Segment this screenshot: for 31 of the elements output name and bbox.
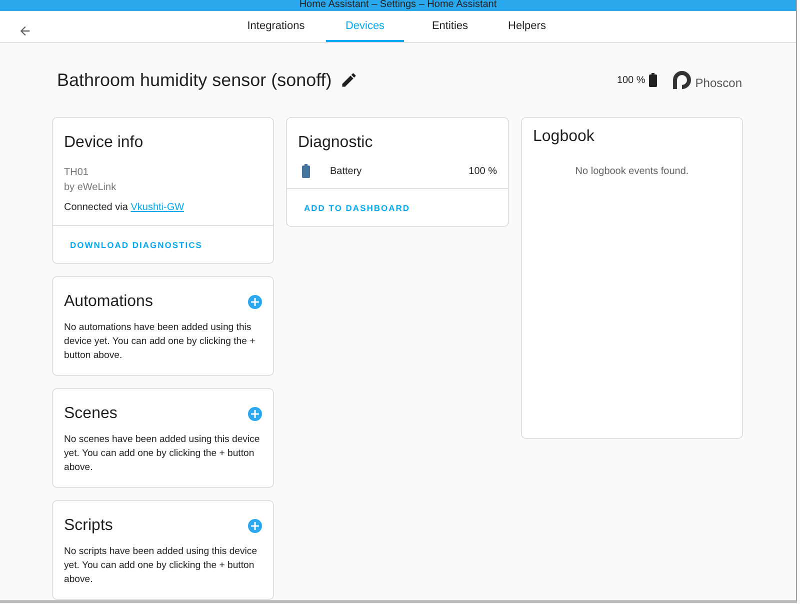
device-title: Bathroom humidity sensor (sonoff) xyxy=(57,70,332,90)
empty-message: No logbook events found. xyxy=(574,166,690,177)
add-to-dashboard-button[interactable]: ADD TO DASHBOARD xyxy=(304,203,410,213)
empty-message: No automations have been added using this device yet. You can add one by clicking the + button above. xyxy=(63,321,256,363)
logo-icon xyxy=(671,69,694,91)
tab[interactable]: Integrations xyxy=(236,11,316,42)
card-title: Scenes xyxy=(64,405,118,423)
window-title: Home Assistant – Settings – Home Assistant xyxy=(299,0,497,12)
entity-name: Battery xyxy=(330,166,363,176)
card-title: Scripts xyxy=(64,517,113,535)
download-diagnostics-button[interactable]: DOWNLOAD DIAGNOSTICS xyxy=(70,240,202,250)
card-title: Device info xyxy=(64,134,144,152)
add-icon[interactable] xyxy=(248,407,262,421)
add-icon[interactable] xyxy=(248,519,262,533)
empty-message: No scenes have been added using this device yet. You can add one by clicking the + button above. xyxy=(63,433,261,475)
card-title: Logbook xyxy=(533,128,594,145)
card-title: Diagnostic xyxy=(298,134,373,152)
gateway-link[interactable]: Vkushti-GW xyxy=(130,202,184,213)
manufacturer-text: by eWeLink xyxy=(64,181,118,194)
card-title: Automations xyxy=(64,293,153,311)
battery-icon xyxy=(302,164,310,178)
battery-reading: 100 % xyxy=(616,74,646,86)
connection-text: Connected via Vkushti-GW xyxy=(64,202,186,213)
entity-value: 100 % xyxy=(468,166,497,176)
battery-icon xyxy=(649,73,658,87)
brand-name: Phoscon xyxy=(695,76,742,90)
tab[interactable]: Devices xyxy=(326,11,404,42)
pencil-icon[interactable] xyxy=(340,71,358,89)
empty-message: No scripts have been added using this device yet. You can add one by clicking the + button above. xyxy=(63,545,258,587)
model-text: TH01 xyxy=(64,166,90,179)
add-icon[interactable] xyxy=(248,295,262,309)
